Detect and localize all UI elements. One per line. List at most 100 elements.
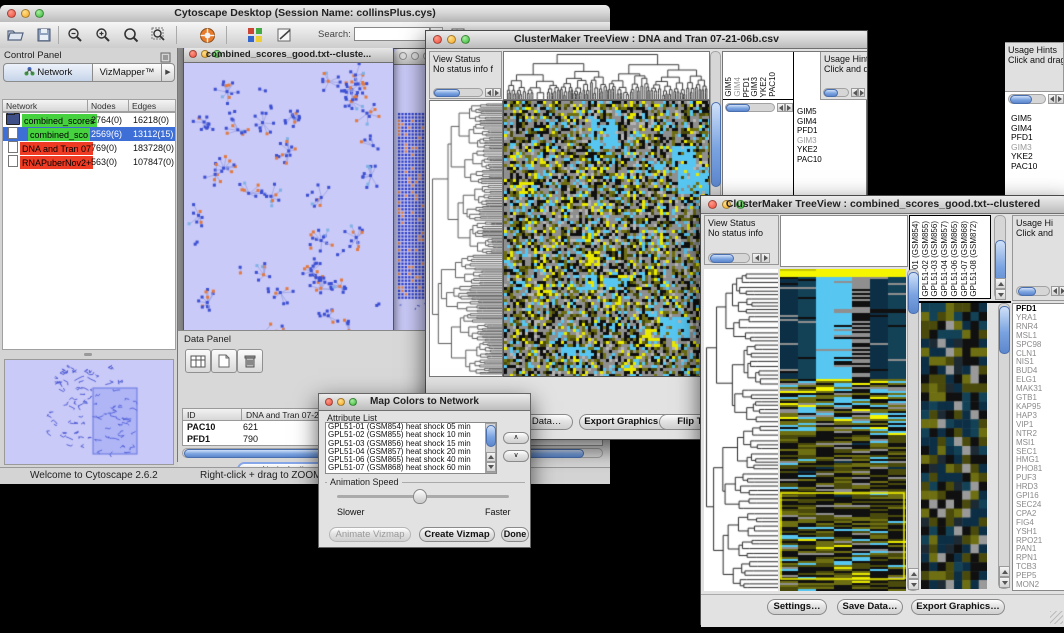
- zoom-hscrollbar[interactable]: [725, 103, 775, 112]
- move-down-button[interactable]: ∨: [503, 450, 529, 462]
- fragment-hscrollbar[interactable]: [1008, 94, 1046, 104]
- column-label[interactable]: GPL51-03 (GSM856): [931, 221, 939, 297]
- search-input[interactable]: [354, 27, 430, 41]
- column-header-id[interactable]: ID: [182, 408, 242, 421]
- gene-label[interactable]: GIM5: [797, 107, 822, 117]
- zoom-heatmap-matrix[interactable]: [729, 119, 777, 167]
- column-header-nodes[interactable]: Nodes: [87, 99, 129, 112]
- scroll-left-icon[interactable]: [777, 103, 785, 112]
- minimize-button[interactable]: [411, 52, 419, 60]
- attribute-list-vscrollbar[interactable]: [485, 423, 496, 473]
- help-lifering-icon[interactable]: [196, 25, 218, 45]
- cytoscape-titlebar[interactable]: Cytoscape Desktop (Session Name: collins…: [0, 5, 610, 23]
- gene-label[interactable]: GIM4: [797, 117, 822, 127]
- gene-label[interactable]: PFD1: [797, 126, 822, 136]
- network-list-row[interactable]: DNA and Tran 07 769(0) 183728(0): [3, 141, 175, 155]
- scroll-down-icon[interactable]: [486, 462, 496, 472]
- scroll-up-icon[interactable]: [486, 452, 496, 462]
- create-vizmap-button[interactable]: Create Vizmap: [419, 527, 495, 542]
- new-attribute-icon[interactable]: [211, 349, 237, 373]
- gene-label[interactable]: PAC10: [797, 155, 822, 165]
- zoom-selected-icon[interactable]: [148, 25, 170, 45]
- scroll-up-icon[interactable]: [995, 278, 1006, 289]
- column-dendrogram-area[interactable]: [780, 215, 908, 267]
- attribute-list-item[interactable]: GPL51-07 (GSM868) heat shock 60 min: [326, 464, 496, 472]
- column-label[interactable]: YKE2: [760, 77, 768, 97]
- column-label[interactable]: GPL51-08 (GSM872): [970, 221, 978, 297]
- view-status-hscrollbar[interactable]: [433, 88, 483, 97]
- column-label[interactable]: GPL51-07 (GSM868): [961, 221, 969, 297]
- zoom-vscrollbar[interactable]: [998, 303, 1010, 589]
- row-dendrogram[interactable]: [704, 269, 778, 591]
- export-graphics-button[interactable]: Export Graphics…: [911, 599, 1005, 615]
- zoom-out-icon[interactable]: [64, 25, 86, 45]
- scroll-right-icon[interactable]: [1056, 94, 1064, 104]
- usage-hscrollbar[interactable]: [1016, 286, 1050, 296]
- save-data-button[interactable]: Save Data…: [837, 599, 903, 615]
- gene-label[interactable]: PAC10: [1011, 162, 1037, 172]
- vizmap-icon[interactable]: [244, 25, 266, 45]
- close-button[interactable]: [399, 52, 407, 60]
- tab-overflow-button[interactable]: ▶: [161, 63, 175, 82]
- column-header-edges[interactable]: Edges: [128, 99, 176, 112]
- column-label[interactable]: PAC10: [769, 72, 777, 97]
- scroll-up-icon[interactable]: [999, 566, 1010, 577]
- speed-slider-thumb[interactable]: [413, 489, 427, 504]
- resize-grip[interactable]: [1050, 611, 1063, 624]
- treeview-dna-titlebar[interactable]: ClusterMaker TreeView : DNA and Tran 07-…: [426, 31, 867, 49]
- tab-network[interactable]: Network: [3, 63, 93, 82]
- network-list-row[interactable]: combined_scores 2764(0) 16218(0): [3, 113, 175, 127]
- network-view-titlebar[interactable]: combined_scores_good.txt--cluste...: [184, 48, 393, 63]
- heatmap-zoom-view[interactable]: [921, 303, 987, 589]
- network-overview-thumbnail[interactable]: [4, 359, 174, 465]
- scroll-down-icon[interactable]: [999, 577, 1010, 588]
- scroll-right-icon[interactable]: [493, 88, 501, 97]
- column-header-network[interactable]: Network: [2, 99, 88, 112]
- network-canvas[interactable]: [185, 63, 390, 367]
- move-up-button[interactable]: ∧: [503, 432, 529, 444]
- scroll-right-icon[interactable]: [1059, 286, 1064, 296]
- zoom-in-icon[interactable]: [92, 25, 114, 45]
- animate-vizmap-button[interactable]: Animate Vizmap: [329, 527, 411, 542]
- usage-hscrollbar[interactable]: [823, 88, 849, 97]
- scroll-down-icon[interactable]: [995, 289, 1006, 300]
- scroll-up-icon[interactable]: [908, 568, 919, 579]
- scroll-left-icon[interactable]: [851, 88, 858, 97]
- tab-vizmapper[interactable]: VizMapper™: [92, 63, 162, 82]
- heatmap-global-view[interactable]: [780, 269, 906, 591]
- scroll-right-icon[interactable]: [858, 88, 865, 97]
- dialog-titlebar[interactable]: Map Colors to Network: [319, 394, 530, 411]
- column-label[interactable]: GPL51-02 (GSM855): [922, 221, 930, 297]
- column-label[interactable]: GPL51-06 (GSM865): [951, 221, 959, 297]
- open-file-icon[interactable]: [5, 25, 27, 45]
- gene-label[interactable]: YKE2: [797, 145, 822, 155]
- heatmap-vscrollbar[interactable]: [907, 269, 919, 591]
- gene-label[interactable]: MON2: [1016, 581, 1042, 590]
- view-status-hscrollbar[interactable]: [708, 253, 750, 263]
- network-list-row[interactable]: combined_sco 2569(6) 13112(15): [3, 127, 175, 141]
- scroll-left-icon[interactable]: [1051, 286, 1059, 296]
- scroll-left-icon[interactable]: [485, 88, 493, 97]
- settings-button[interactable]: Settings…: [767, 599, 827, 615]
- scroll-left-icon[interactable]: [752, 253, 761, 263]
- delete-attribute-icon[interactable]: [237, 349, 263, 373]
- gene-label[interactable]: GIM3: [797, 136, 822, 146]
- scroll-down-icon[interactable]: [908, 579, 919, 590]
- save-icon[interactable]: [33, 25, 55, 45]
- attribute-table-icon[interactable]: [185, 349, 211, 373]
- treeview-combined-titlebar[interactable]: ClusterMaker TreeView : combined_scores_…: [701, 196, 1064, 214]
- network-list-row[interactable]: RNAPuberNov2+ 563(0) 107847(0): [3, 155, 175, 169]
- annotation-icon[interactable]: [274, 25, 296, 45]
- column-label[interactable]: GIM4: [734, 77, 742, 97]
- scroll-left-icon[interactable]: [1048, 94, 1056, 104]
- column-label[interactable]: GIM5: [725, 77, 733, 97]
- column-dendrogram[interactable]: [503, 51, 710, 100]
- labels-vscrollbar[interactable]: [994, 215, 1006, 299]
- row-dendrogram[interactable]: [429, 100, 503, 377]
- column-label[interactable]: GPL51-04 (GSM857): [941, 221, 949, 297]
- splitter-handle[interactable]: [84, 353, 92, 356]
- zoom-fit-icon[interactable]: [120, 25, 142, 45]
- scroll-right-icon[interactable]: [761, 253, 770, 263]
- heatmap-global-view[interactable]: [503, 100, 710, 377]
- done-button[interactable]: Done: [501, 527, 529, 542]
